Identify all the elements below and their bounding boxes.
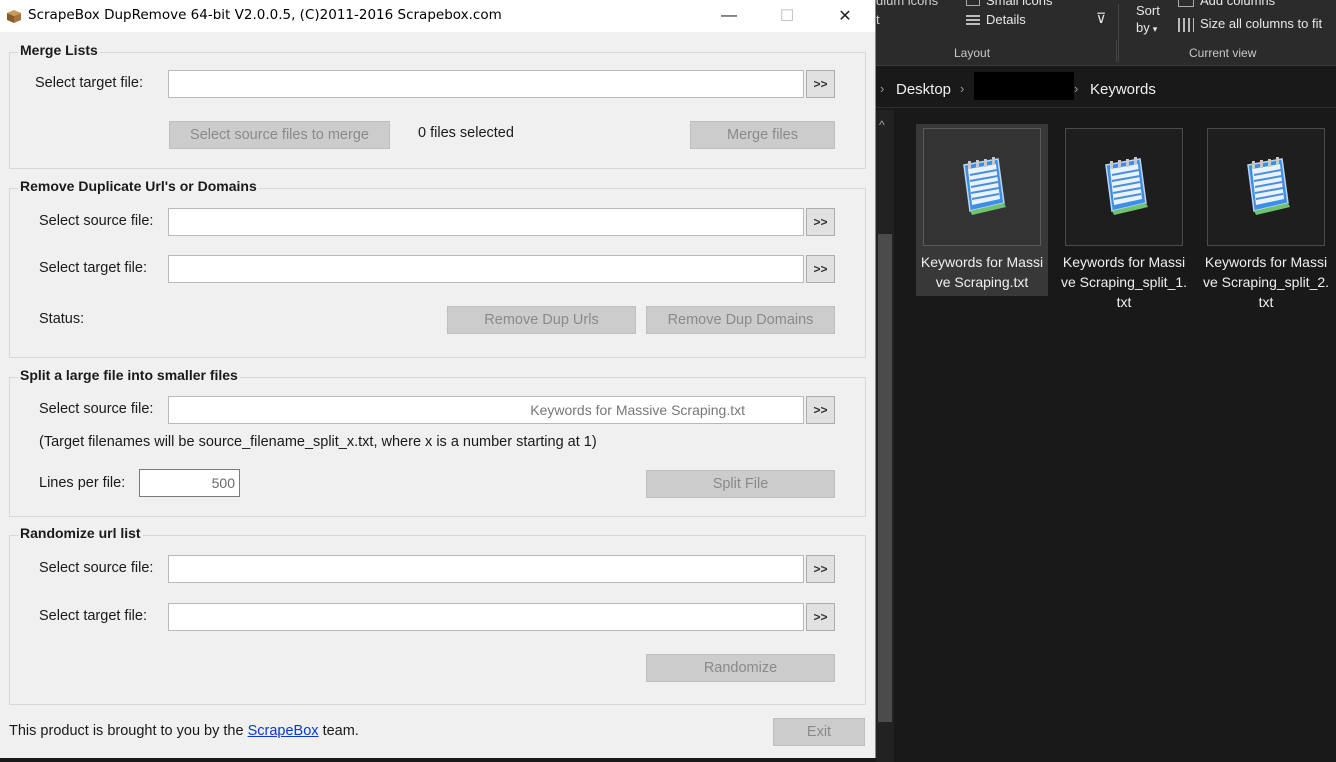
footer-credit: This product is brought to you by the Sc…	[9, 723, 359, 739]
small-icons-label: Small icons	[986, 0, 1053, 8]
file-name: Keywords for Massive Scraping_split_2.tx…	[1202, 254, 1330, 310]
notepad-file-icon	[1207, 128, 1325, 246]
close-button[interactable]: ✕	[816, 0, 874, 32]
source-file-label: Select source file:	[39, 213, 154, 229]
minimize-button[interactable]: —	[700, 0, 758, 32]
details-label: Details	[986, 12, 1026, 27]
browse-button[interactable]: >>	[806, 396, 835, 424]
ribbon-divider	[1116, 40, 1117, 62]
remove-dup-domains-button[interactable]: Remove Dup Domains	[646, 306, 835, 334]
view-dropdown-icon[interactable]: ⊽	[1096, 10, 1106, 27]
browse-button[interactable]: >>	[806, 555, 835, 583]
title-bar[interactable]: ScrapeBox DupRemove 64-bit V2.0.0.5, (C)…	[0, 0, 875, 32]
footer-text: team.	[322, 723, 359, 739]
browse-button[interactable]: >>	[806, 255, 835, 283]
layout-group-label: Layout	[954, 46, 991, 60]
browse-button[interactable]: >>	[806, 603, 835, 631]
details-option[interactable]: Details	[966, 12, 1026, 27]
file-name: Keywords for Massive Scraping_split_1.tx…	[1060, 254, 1188, 310]
browse-button[interactable]: >>	[806, 208, 835, 236]
notepad-file-icon	[923, 128, 1041, 246]
small-icons-option[interactable]: Small icons	[966, 0, 1052, 8]
lines-per-file-label: Lines per file:	[39, 475, 126, 491]
small-icons-icon	[966, 0, 980, 7]
breadcrumb-separator: ›	[1074, 81, 1079, 96]
minimize-icon: —	[721, 7, 737, 24]
scrapebox-app-icon	[6, 8, 22, 24]
scroll-up-icon[interactable]: ^	[879, 118, 885, 132]
chevron-down-icon: ▾	[1152, 24, 1158, 34]
explorer-ribbon: dium icons t Small icons Details ⊽ Sort …	[876, 0, 1336, 66]
file-item[interactable]: Keywords for Massive Scraping.txt	[916, 124, 1048, 296]
breadcrumb-keywords[interactable]: Keywords	[1090, 81, 1156, 98]
ribbon-partial-label[interactable]: t	[876, 12, 880, 27]
sort-by-button-line2[interactable]: by ▾	[1136, 20, 1157, 35]
breadcrumb-desktop[interactable]: Desktop	[896, 81, 951, 98]
lines-per-file-input[interactable]: 500	[139, 469, 240, 497]
size-all-columns-label: Size all columns to fit	[1200, 16, 1323, 31]
navigation-pane-scrollbar[interactable]: ^	[876, 110, 894, 762]
split-naming-note: (Target filenames will be source_filenam…	[39, 434, 597, 450]
breadcrumb-separator: ›	[960, 81, 965, 96]
merge-files-button[interactable]: Merge files	[690, 121, 835, 149]
size-all-columns-button[interactable]: Size all columns to fit	[1178, 16, 1322, 32]
dupremove-window: ScrapeBox DupRemove 64-bit V2.0.0.5, (C)…	[0, 0, 876, 758]
address-bar[interactable]: › Desktop › › Keywords	[876, 70, 1336, 108]
select-source-files-button[interactable]: Select source files to merge	[169, 121, 390, 149]
split-file-group: Split a large file into smaller files Se…	[9, 367, 866, 517]
browse-button[interactable]: >>	[806, 70, 835, 98]
remove-duplicates-group: Remove Duplicate Url's or Domains Select…	[9, 178, 866, 358]
scrapebox-link[interactable]: ScrapeBox	[248, 723, 319, 739]
exit-button[interactable]: Exit	[773, 718, 865, 746]
close-icon: ✕	[838, 8, 852, 25]
file-name: Keywords for Massive Scraping.txt	[920, 254, 1044, 290]
details-icon	[966, 14, 980, 27]
scrollbar-thumb[interactable]	[878, 234, 892, 722]
source-file-label: Select source file:	[39, 560, 154, 576]
sort-by-label: Sort	[1136, 3, 1160, 18]
split-file-button[interactable]: Split File	[646, 470, 835, 498]
notepad-file-icon	[1065, 128, 1183, 246]
files-selected-count: 0 files selected	[418, 125, 514, 141]
add-columns-button[interactable]: Add columns	[1178, 0, 1275, 8]
current-view-group-label: Current view	[1189, 46, 1257, 60]
target-file-label: Select target file:	[35, 75, 143, 91]
split-source-input[interactable]: Keywords for Massive Scraping.txt	[168, 396, 804, 424]
merge-target-input[interactable]	[168, 70, 804, 98]
group-title: Merge Lists	[18, 42, 100, 58]
add-columns-label: Add columns	[1200, 0, 1276, 8]
sort-by-button[interactable]: Sort	[1136, 3, 1160, 18]
maximize-button[interactable]: ☐	[758, 0, 816, 32]
maximize-icon: ☐	[779, 8, 795, 25]
breadcrumb-separator: ›	[880, 81, 885, 96]
randomize-group: Randomize url list Select source file: >…	[9, 525, 866, 705]
randomize-button[interactable]: Randomize	[646, 654, 835, 682]
ribbon-divider	[1118, 4, 1119, 62]
merge-lists-group: Merge Lists Select target file: >> Selec…	[9, 42, 866, 169]
redacted-breadcrumb	[974, 72, 1074, 100]
randomize-target-input[interactable]	[168, 603, 804, 631]
add-columns-icon	[1178, 0, 1194, 7]
file-item[interactable]: Keywords for Massive Scraping_split_2.tx…	[1200, 124, 1332, 316]
file-item[interactable]: Keywords for Massive Scraping_split_1.tx…	[1058, 124, 1190, 316]
group-title: Remove Duplicate Url's or Domains	[18, 178, 259, 194]
window-title: ScrapeBox DupRemove 64-bit V2.0.0.5, (C)…	[28, 7, 502, 23]
randomize-source-input[interactable]	[168, 555, 804, 583]
target-file-label: Select target file:	[39, 608, 147, 624]
group-title: Split a large file into smaller files	[18, 367, 240, 383]
source-file-label: Select source file:	[39, 401, 154, 417]
dedupe-target-input[interactable]	[168, 255, 804, 283]
ribbon-partial-label[interactable]: dium icons	[876, 0, 938, 8]
footer-text: This product is brought to you by the	[9, 723, 244, 739]
status-label: Status:	[39, 311, 85, 327]
dedupe-source-input[interactable]	[168, 208, 804, 236]
sort-by-label: by	[1136, 20, 1150, 35]
target-file-label: Select target file:	[39, 260, 147, 276]
remove-dup-urls-button[interactable]: Remove Dup Urls	[447, 306, 636, 334]
size-columns-icon	[1178, 17, 1194, 32]
group-title: Randomize url list	[18, 525, 143, 541]
